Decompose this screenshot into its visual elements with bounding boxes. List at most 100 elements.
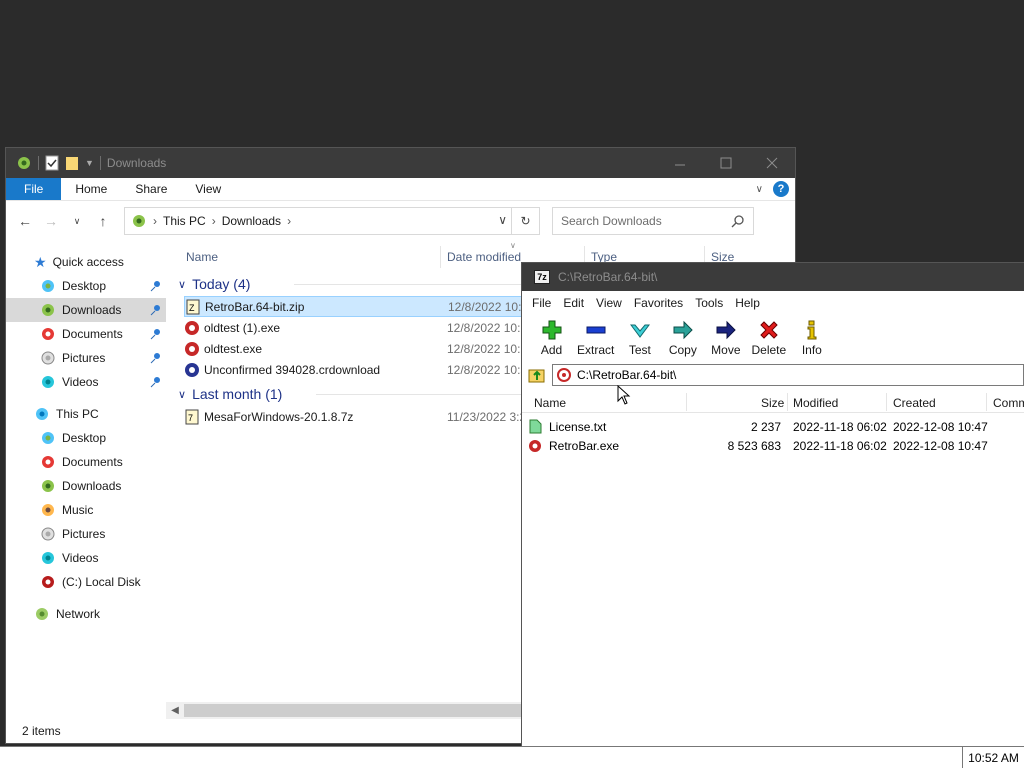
chevron-right-icon[interactable]: › xyxy=(287,214,291,228)
taskbar: 10:52 AM xyxy=(0,746,1024,768)
extract-button[interactable]: Extract xyxy=(573,315,618,357)
info-icon xyxy=(807,320,817,340)
navigation-pane: ★ Quick access Desktop Downloads Documen… xyxy=(6,242,166,719)
menu-file[interactable]: File xyxy=(526,296,557,310)
search-placeholder: Search Downloads xyxy=(561,214,662,228)
nav-quick-downloads[interactable]: Downloads xyxy=(6,298,166,322)
search-icon xyxy=(731,215,744,228)
col-created[interactable]: Created xyxy=(893,396,936,410)
nav-pc-desktop[interactable]: Desktop xyxy=(6,426,166,450)
scroll-left-icon[interactable]: ◀ xyxy=(166,705,184,716)
help-icon[interactable]: ? xyxy=(773,181,789,197)
minimize-button[interactable] xyxy=(657,148,703,178)
info-button[interactable]: Info xyxy=(790,315,833,357)
pin-icon xyxy=(150,353,160,364)
col-name[interactable]: Name xyxy=(534,396,566,410)
chevron-down-icon[interactable]: ∨ xyxy=(498,213,507,227)
menu-view[interactable]: View xyxy=(590,296,628,310)
up-button[interactable]: ↑ xyxy=(92,213,114,229)
explorer-titlebar[interactable]: ▼ Downloads xyxy=(6,148,795,178)
tab-share[interactable]: Share xyxy=(121,178,181,200)
nav-quick-desktop[interactable]: Desktop xyxy=(6,274,166,298)
zip-file-icon: Z xyxy=(186,299,200,314)
chevron-right-icon[interactable]: › xyxy=(212,214,216,228)
nav-pc-documents[interactable]: Documents xyxy=(6,450,166,474)
path-input[interactable]: C:\RetroBar.64-bit\ xyxy=(552,364,1024,386)
nav-network[interactable]: Network xyxy=(6,602,166,626)
menu-help[interactable]: Help xyxy=(729,296,766,310)
qa-dropdown-icon[interactable]: ▼ xyxy=(85,158,94,168)
address-bar[interactable]: › This PC › Downloads › ∨ ↻ xyxy=(124,207,540,235)
folder-up-icon[interactable] xyxy=(528,366,546,384)
menu-bar: File Edit View Favorites Tools Help xyxy=(522,291,1024,315)
exe-file-icon xyxy=(185,320,199,335)
explorer-app-icon xyxy=(18,157,30,169)
taskbar-clock[interactable]: 10:52 AM xyxy=(962,747,1024,768)
download-file-icon xyxy=(185,362,199,377)
tab-home[interactable]: Home xyxy=(61,178,121,200)
7zip-logo-icon: 7z xyxy=(534,270,550,284)
test-button[interactable]: Test xyxy=(618,315,661,357)
downloads-icon xyxy=(42,304,54,316)
videos-icon xyxy=(42,376,54,388)
expand-ribbon-icon[interactable]: ∨ xyxy=(756,184,763,195)
text-file-icon xyxy=(529,419,542,434)
back-button[interactable]: ← xyxy=(14,213,36,229)
nav-pc-pictures[interactable]: Pictures xyxy=(6,522,166,546)
recent-locations-button[interactable]: ∨ xyxy=(66,216,88,227)
plus-icon xyxy=(542,320,561,340)
delete-x-icon xyxy=(760,321,778,339)
7zip-address-row: C:\RetroBar.64-bit\ xyxy=(522,363,1024,387)
column-name[interactable]: Name xyxy=(186,250,218,264)
archive-file-icon: 7 xyxy=(185,409,199,424)
maximize-button[interactable] xyxy=(703,148,749,178)
nav-pc-local-disk[interactable]: (C:) Local Disk xyxy=(6,570,166,594)
breadcrumb-this-pc[interactable]: This PC xyxy=(163,214,206,228)
nav-quick-documents[interactable]: Documents xyxy=(6,322,166,346)
nav-quick-videos[interactable]: Videos xyxy=(6,370,166,394)
maximize-icon xyxy=(720,157,732,169)
add-button[interactable]: Add xyxy=(530,315,573,357)
table-row[interactable]: RetroBar.exe 8 523 683 2022-11-18 06:02 … xyxy=(522,436,1024,455)
nav-quick-access[interactable]: ★ Quick access xyxy=(6,250,166,274)
tab-view[interactable]: View xyxy=(181,178,235,200)
column-separator[interactable] xyxy=(787,393,788,411)
col-modified[interactable]: Modified xyxy=(793,396,838,410)
breadcrumb-downloads[interactable]: Downloads xyxy=(222,214,281,228)
move-button[interactable]: Move xyxy=(704,315,747,357)
forward-button[interactable]: → xyxy=(40,213,62,229)
chevron-right-icon[interactable]: › xyxy=(153,214,157,228)
toolbar: Add Extract Test Copy Move Delete Info xyxy=(522,315,1024,363)
refresh-button[interactable]: ↻ xyxy=(511,208,539,234)
nav-this-pc[interactable]: This PC xyxy=(6,402,166,426)
column-separator[interactable] xyxy=(686,393,687,411)
nav-quick-pictures[interactable]: Pictures xyxy=(6,346,166,370)
nav-pc-downloads[interactable]: Downloads xyxy=(6,474,166,498)
column-date[interactable]: Date modified xyxy=(447,250,521,264)
new-folder-icon[interactable] xyxy=(65,155,79,171)
col-size[interactable]: Size xyxy=(761,396,784,410)
chevron-down-icon: ∨ xyxy=(178,388,187,401)
col-comment[interactable]: Comm xyxy=(993,396,1024,410)
nav-pc-music[interactable]: Music xyxy=(6,498,166,522)
column-separator[interactable] xyxy=(986,393,987,411)
tab-file[interactable]: File xyxy=(6,178,62,200)
column-separator[interactable] xyxy=(440,246,441,268)
properties-icon[interactable] xyxy=(45,155,59,171)
qa-separator xyxy=(99,156,101,170)
delete-button[interactable]: Delete xyxy=(747,315,790,357)
copy-button[interactable]: Copy xyxy=(661,315,704,357)
7zip-titlebar[interactable]: 7z C:\RetroBar.64-bit\ xyxy=(522,263,1024,291)
downloads-icon xyxy=(42,480,54,492)
navigation-bar: ← → ∨ ↑ › This PC › Downloads › ∨ ↻ Sear… xyxy=(6,201,795,241)
close-button[interactable] xyxy=(749,148,795,178)
column-separator[interactable] xyxy=(886,393,887,411)
menu-favorites[interactable]: Favorites xyxy=(628,296,689,310)
pin-icon xyxy=(150,329,160,340)
menu-edit[interactable]: Edit xyxy=(557,296,590,310)
menu-tools[interactable]: Tools xyxy=(689,296,729,310)
search-input[interactable]: Search Downloads xyxy=(552,207,754,235)
table-row[interactable]: License.txt 2 237 2022-11-18 06:02 2022-… xyxy=(522,417,1024,436)
sort-chevron-icon: ∨ xyxy=(510,241,516,250)
nav-pc-videos[interactable]: Videos xyxy=(6,546,166,570)
